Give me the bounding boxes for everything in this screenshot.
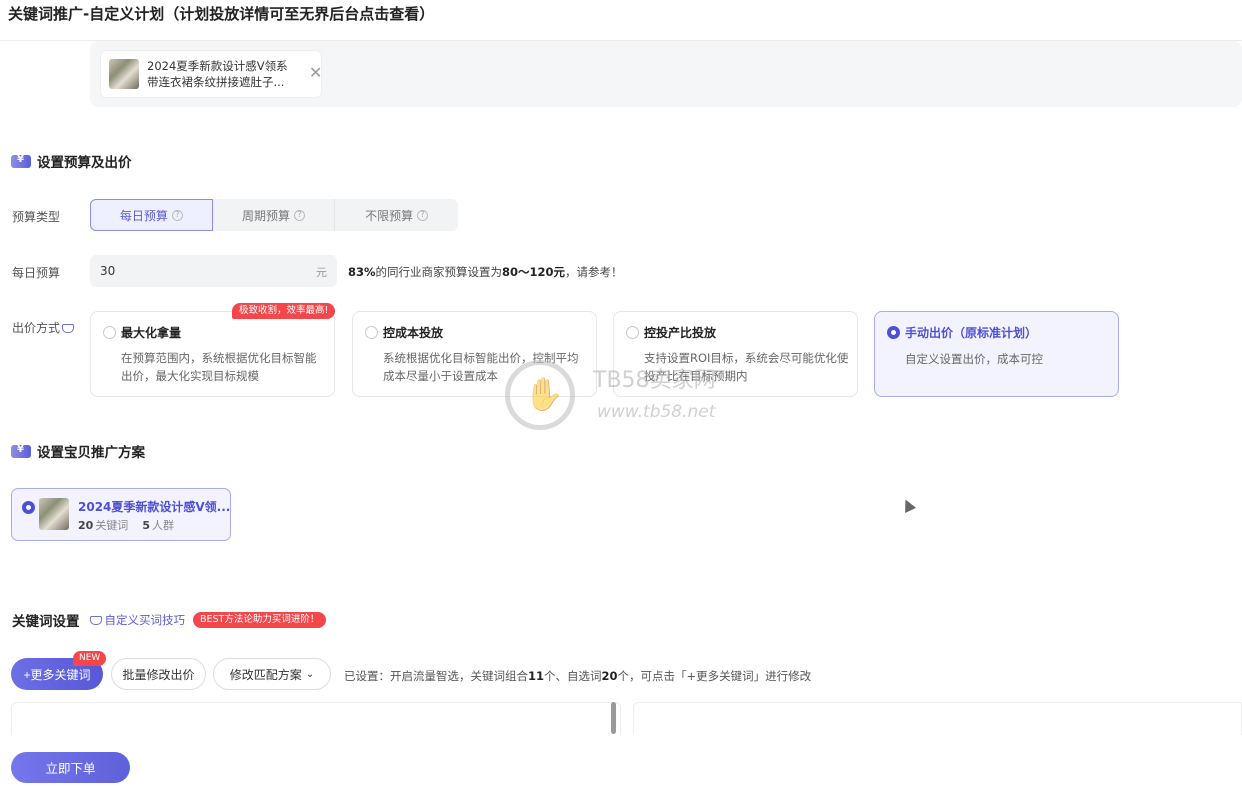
chevron-down-icon: ⌄ bbox=[305, 668, 315, 680]
page-title: 关键词推广-自定义计划（计划投放详情可至无界后台点击查看） bbox=[8, 5, 435, 23]
keyword-tips-link[interactable]: 自定义买词技巧 bbox=[88, 612, 185, 628]
daily-budget-label: 每日预算 bbox=[12, 266, 61, 280]
daily-budget-input[interactable] bbox=[90, 255, 337, 287]
budget-type-label: 预算类型 bbox=[12, 210, 61, 224]
budget-unit: 元 bbox=[316, 266, 327, 279]
bid-option-max-volume[interactable]: 最大化拿量 在预算范围内，系统根据优化目标智能出价，最大化实现目标规模 bbox=[90, 311, 335, 397]
keyword-status-text: 已设置：开启流量智选，关键词组合11个、自选词20个，可点击「+更多关键词」进行… bbox=[344, 669, 812, 683]
graduation-cap-icon bbox=[62, 324, 75, 333]
help-icon[interactable]: ? bbox=[417, 209, 429, 221]
budget-type-unlimited[interactable]: 不限预算 ? bbox=[335, 199, 458, 231]
radio-button[interactable] bbox=[365, 326, 378, 339]
close-icon[interactable]: ✕ bbox=[309, 65, 322, 81]
submit-order-button[interactable]: 立即下单 bbox=[11, 752, 130, 783]
help-icon[interactable]: ? bbox=[294, 209, 306, 221]
budget-type-period[interactable]: 周期预算 ? bbox=[213, 199, 336, 231]
radio-button[interactable] bbox=[103, 326, 116, 339]
plan-product-name: 2024夏季新款设计感V领... bbox=[78, 500, 231, 514]
keyword-section-heading: 关键词设置 自定义买词技巧 BEST方法论助力买词进阶！ bbox=[12, 610, 327, 630]
bid-option-manual[interactable]: 手动出价（原标准计划） 自定义设置出价，成本可控 bbox=[874, 311, 1119, 397]
help-icon[interactable]: ? bbox=[171, 209, 183, 221]
radio-button[interactable] bbox=[626, 326, 639, 339]
selected-product-card[interactable]: 2024夏季新款设计感V领系带连衣裙条纹拼接遮肚子... ✕ bbox=[100, 50, 322, 98]
best-method-badge[interactable]: BEST方法论助力买词进阶！ bbox=[193, 612, 327, 628]
plan-section-heading: 设置宝贝推广方案 bbox=[11, 441, 145, 461]
coupon-icon bbox=[11, 154, 31, 168]
plan-card[interactable]: 2024夏季新款设计感V领... 20 关键词 5 人群 bbox=[11, 488, 231, 541]
radio-button-selected[interactable] bbox=[22, 501, 35, 514]
mouse-cursor-icon bbox=[900, 497, 916, 513]
new-tag: NEW bbox=[73, 651, 107, 666]
match-plan-dropdown[interactable]: 修改匹配方案 ⌄ bbox=[213, 658, 331, 690]
scrollbar[interactable] bbox=[611, 702, 616, 734]
radio-button-selected[interactable] bbox=[887, 326, 900, 339]
product-thumbnail bbox=[39, 498, 69, 530]
bid-option-cost-control[interactable]: 控成本投放 系统根据优化目标智能出价，控制平均成本尽量小于设置成本 bbox=[352, 311, 597, 397]
hot-badge: 极致收割，效率最高! bbox=[232, 303, 336, 319]
bid-method-label: 出价方式 bbox=[12, 319, 75, 336]
budget-type-selector: 每日预算 ? 周期预算 ? 不限预算 ? bbox=[90, 199, 458, 231]
budget-type-daily[interactable]: 每日预算 ? bbox=[90, 199, 213, 231]
budget-reference-tip: 83%的同行业商家预算设置为80～120元，请参考！ bbox=[348, 265, 623, 279]
plan-meta: 20 关键词 5 人群 bbox=[78, 519, 174, 532]
product-name: 2024夏季新款设计感V领系带连衣裙条纹拼接遮肚子... bbox=[147, 59, 288, 89]
product-thumbnail bbox=[109, 59, 139, 89]
bid-option-roi-control[interactable]: 控投产比投放 支持设置ROI目标，系统会尽可能优化使投产比在目标预期内 bbox=[613, 311, 858, 397]
coupon-icon bbox=[11, 444, 31, 458]
batch-bid-button[interactable]: 批量修改出价 bbox=[111, 658, 206, 690]
graduation-cap-icon bbox=[89, 615, 102, 625]
footer-bar bbox=[0, 735, 1242, 791]
budget-section-heading: 设置预算及出价 bbox=[11, 151, 132, 171]
selected-product-strip: 2024夏季新款设计感V领系带连衣裙条纹拼接遮肚子... ✕ bbox=[90, 41, 1242, 107]
